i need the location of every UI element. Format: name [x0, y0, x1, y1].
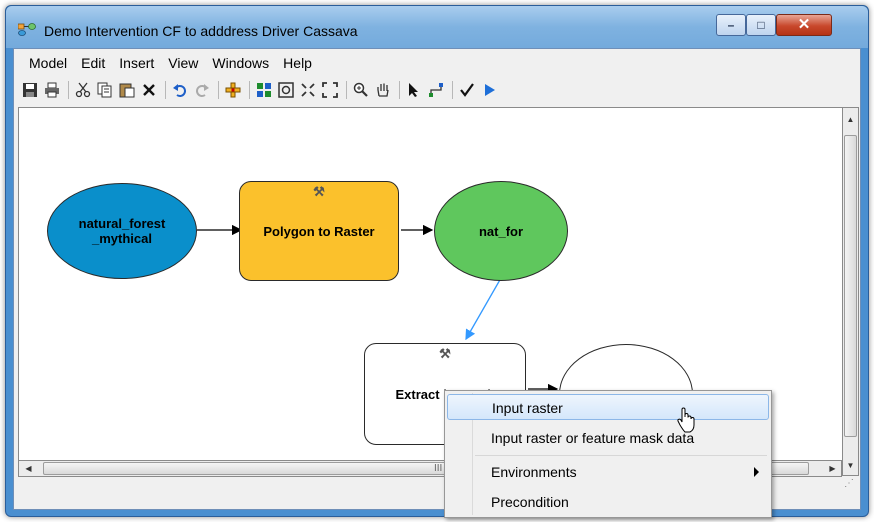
fixed-zoom-in-icon[interactable] [298, 80, 318, 100]
zoom-in-icon[interactable] [351, 80, 371, 100]
node-polygon-to-raster-label: Polygon to Raster [263, 223, 375, 239]
add-data-icon[interactable] [223, 80, 243, 100]
menu-view[interactable]: View [161, 55, 205, 71]
node-polygon-to-raster[interactable]: ⚒ Polygon to Raster [239, 181, 399, 281]
cut-icon[interactable] [73, 80, 93, 100]
toolbar-separator [165, 81, 166, 99]
paste-icon[interactable] [117, 80, 137, 100]
run-icon[interactable] [479, 80, 499, 100]
model-builder-icon [18, 23, 36, 36]
context-item-label: Environments [491, 464, 577, 480]
maximize-button[interactable]: □ [746, 14, 776, 36]
context-item-label: Input raster [492, 400, 563, 416]
scroll-down-icon[interactable]: ▼ [843, 458, 858, 473]
hand-cursor-icon [677, 407, 695, 433]
submenu-arrow-icon [754, 467, 759, 477]
copy-icon[interactable] [95, 80, 115, 100]
hammer-icon: ⚒ [439, 346, 451, 361]
title-bar[interactable]: Demo Intervention CF to adddress Driver … [6, 6, 868, 48]
scroll-right-icon[interactable]: ▶ [825, 461, 840, 476]
context-menu-separator [475, 455, 767, 456]
resize-grip-icon[interactable]: ⋰ [844, 478, 858, 492]
toolbar [14, 77, 860, 103]
maximize-icon: □ [757, 18, 765, 32]
toolbar-separator [68, 81, 69, 99]
vertical-scrollbar[interactable]: ▲ ▼ [842, 107, 859, 476]
node-natural-forest[interactable]: natural_forest _mythical [47, 183, 197, 279]
menu-bar: Model Edit Insert View Windows Help [14, 49, 860, 77]
print-icon[interactable] [42, 80, 62, 100]
undo-icon[interactable] [170, 80, 190, 100]
toolbar-separator [249, 81, 250, 99]
save-icon[interactable] [20, 80, 40, 100]
connector-natfor-to-extract[interactable] [465, 277, 502, 341]
context-item-precondition[interactable]: Precondition [447, 489, 769, 515]
toolbar-separator [452, 81, 453, 99]
close-icon: ✕ [797, 16, 811, 33]
scroll-up-icon[interactable]: ▲ [843, 112, 858, 127]
scroll-left-icon[interactable]: ◀ [21, 461, 36, 476]
connect-icon[interactable] [426, 80, 446, 100]
menu-help[interactable]: Help [276, 55, 319, 71]
select-icon[interactable] [404, 80, 424, 100]
minimize-icon: – [727, 18, 735, 32]
pan-icon[interactable] [373, 80, 393, 100]
menu-model[interactable]: Model [22, 55, 74, 71]
context-item-environments[interactable]: Environments [447, 459, 769, 485]
auto-layout-icon[interactable] [254, 80, 274, 100]
window-title: Demo Intervention CF to adddress Driver … [44, 23, 358, 39]
context-item-label: Precondition [491, 494, 569, 510]
context-item-label: Input raster or feature mask data [491, 430, 695, 446]
context-item-input-raster[interactable]: Input raster [447, 394, 769, 420]
fixed-zoom-out-icon[interactable] [320, 80, 340, 100]
toolbar-separator [346, 81, 347, 99]
node-nat-for[interactable]: nat_for [434, 181, 568, 281]
delete-icon[interactable] [139, 80, 159, 100]
full-extent-icon[interactable] [276, 80, 296, 100]
hammer-icon: ⚒ [313, 184, 325, 199]
context-item-input-raster-or-mask[interactable]: Input raster or feature mask data [447, 425, 769, 451]
scroll-grip-icon: III [434, 463, 443, 474]
context-menu: Input raster Input raster or feature mas… [444, 390, 772, 518]
close-button[interactable]: ✕ [776, 14, 832, 36]
toolbar-separator [218, 81, 219, 99]
toolbar-separator [399, 81, 400, 99]
menu-insert[interactable]: Insert [112, 55, 161, 71]
vertical-scroll-thumb[interactable] [844, 135, 857, 437]
validate-icon[interactable] [457, 80, 477, 100]
redo-icon[interactable] [192, 80, 212, 100]
menu-edit[interactable]: Edit [74, 55, 112, 71]
menu-windows[interactable]: Windows [205, 55, 276, 71]
node-natural-forest-label: natural_forest _mythical [78, 216, 166, 246]
minimize-button[interactable]: – [716, 14, 746, 36]
node-nat-for-label: nat_for [478, 223, 524, 239]
